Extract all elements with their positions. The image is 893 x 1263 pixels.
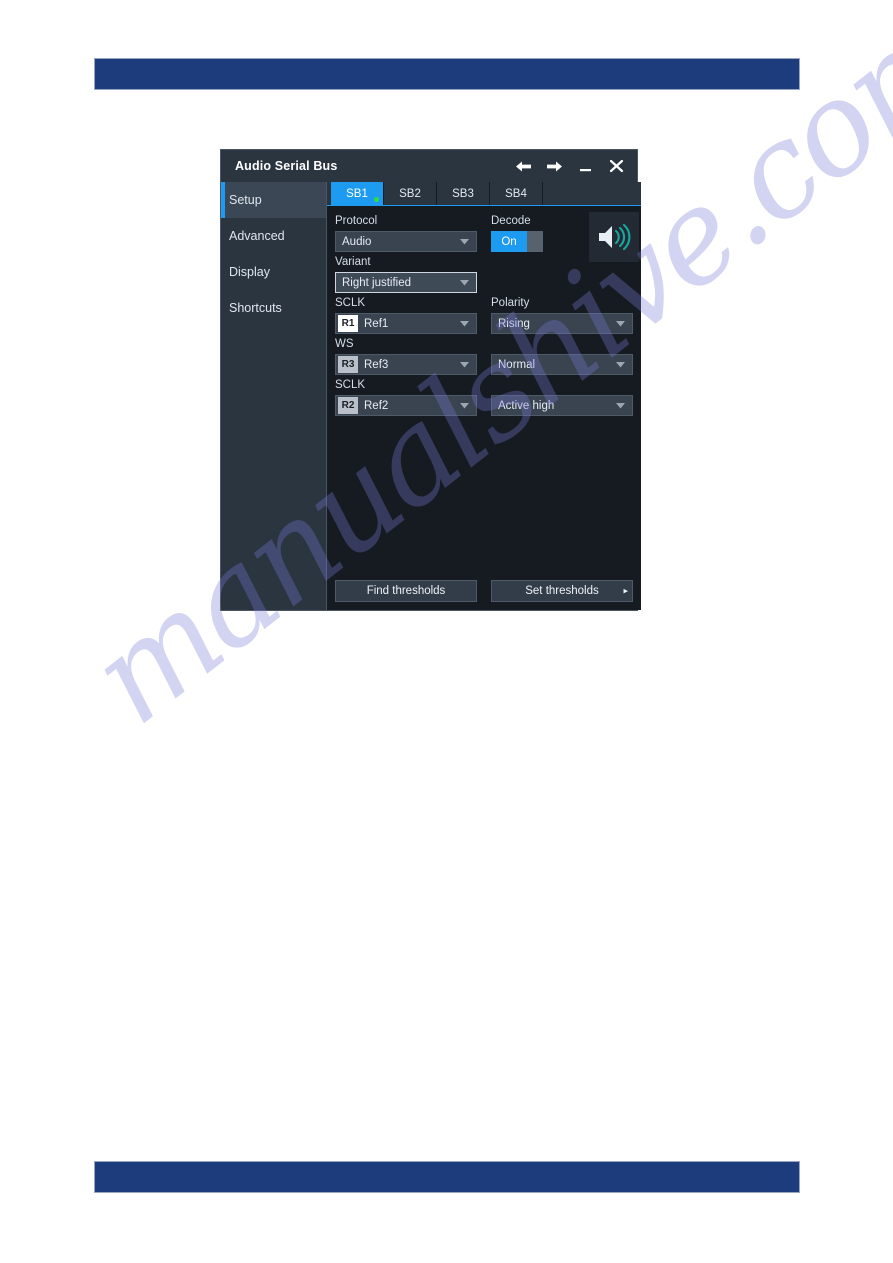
protocol-label: Protocol [335, 215, 378, 227]
polarity-label: Polarity [491, 297, 530, 309]
protocol-dropdown[interactable]: Audio [335, 231, 477, 252]
forward-arrow-icon[interactable] [545, 157, 563, 175]
ws-value: Ref3 [364, 358, 389, 371]
chevron-down-icon [456, 238, 472, 245]
ws-source-badge: R3 [338, 356, 358, 373]
field-variant: Variant Right justified [335, 255, 477, 293]
sidebar-item-advanced[interactable]: Advanced [221, 218, 326, 254]
sclk2-mode-dropdown[interactable]: Active high [491, 395, 633, 416]
tab-sb1[interactable]: SB1 [331, 182, 384, 205]
speaker-icon-box [589, 212, 639, 262]
page-header-bar [94, 58, 800, 90]
tab-sb2[interactable]: SB2 [384, 182, 437, 205]
ws-mode-value: Normal [498, 358, 536, 371]
chevron-down-icon [612, 361, 628, 368]
field-sclk-1: SCLK R1 Ref1 [335, 296, 477, 334]
sclk2-value: Ref2 [364, 399, 389, 412]
dialog-sidebar: Setup Advanced Display Shortcuts [221, 182, 326, 610]
row-ws-mode: WS R3 Ref3 Normal [335, 337, 633, 375]
decode-toggle-thumb [527, 231, 543, 252]
row-sclk-polarity: SCLK R1 Ref1 Polarity Rising [335, 296, 633, 334]
sidebar-item-shortcuts[interactable]: Shortcuts [221, 290, 326, 326]
field-polarity: Polarity Rising [491, 296, 633, 334]
field-ws: WS R3 Ref3 [335, 337, 477, 375]
sclk1-dropdown[interactable]: R1 Ref1 [335, 313, 477, 334]
window-buttons [514, 157, 625, 175]
setup-form: Protocol Audio Decode On Variant Right j… [327, 206, 641, 580]
chevron-down-icon [456, 279, 472, 286]
chevron-down-icon [612, 402, 628, 409]
sidebar-item-setup[interactable]: Setup [221, 182, 326, 218]
sidebar-item-label: Setup [229, 193, 262, 207]
variant-dropdown[interactable]: Right justified [335, 272, 477, 293]
audio-serial-bus-dialog: Audio Serial Bus Setup Advanced Display … [220, 149, 641, 611]
ws-dropdown[interactable]: R3 Ref3 [335, 354, 477, 375]
decode-toggle[interactable]: On [491, 231, 543, 252]
tab-active-dot-icon [374, 197, 379, 202]
field-protocol: Protocol Audio [335, 214, 477, 252]
tab-label: SB2 [399, 187, 421, 200]
tab-label: SB1 [346, 187, 368, 200]
find-thresholds-button[interactable]: Find thresholds [335, 580, 477, 602]
serial-bus-tabstrip: SB1 SB2 SB3 SB4 [327, 182, 641, 206]
ws-mode-label [491, 337, 633, 352]
threshold-button-bar: Find thresholds Set thresholds ▸ [327, 580, 641, 610]
decode-toggle-state: On [491, 231, 527, 252]
sidebar-item-display[interactable]: Display [221, 254, 326, 290]
field-sclk-2: SCLK R2 Ref2 [335, 378, 477, 416]
dialog-content: SB1 SB2 SB3 SB4 Protocol Audio Decode On… [326, 182, 641, 610]
ws-label: WS [335, 338, 354, 350]
dialog-body: Setup Advanced Display Shortcuts SB1 SB2… [221, 182, 641, 610]
sidebar-item-label: Advanced [229, 229, 285, 243]
speaker-icon [599, 223, 631, 251]
field-sclk2-mode: Active high [491, 378, 633, 416]
sclk1-source-badge: R1 [338, 315, 358, 332]
sclk1-label: SCLK [335, 297, 366, 309]
field-ws-mode: Normal [491, 337, 633, 375]
protocol-value: Audio [342, 235, 372, 248]
chevron-right-icon: ▸ [623, 585, 628, 596]
chevron-down-icon [456, 320, 472, 327]
dialog-titlebar: Audio Serial Bus [221, 150, 637, 182]
sclk1-value: Ref1 [364, 317, 389, 330]
chevron-down-icon [612, 320, 628, 327]
close-icon[interactable] [607, 157, 625, 175]
chevron-down-icon [456, 402, 472, 409]
minimize-icon[interactable] [576, 157, 594, 175]
sclk2-label: SCLK [335, 379, 366, 391]
back-arrow-icon[interactable] [514, 157, 532, 175]
set-thresholds-button[interactable]: Set thresholds ▸ [491, 580, 633, 602]
variant-value: Right justified [342, 276, 412, 289]
page-footer-bar [94, 1161, 800, 1193]
tab-label: SB3 [452, 187, 474, 200]
row-sclk2-mode: SCLK R2 Ref2 Active high [335, 378, 633, 416]
ws-mode-dropdown[interactable]: Normal [491, 354, 633, 375]
sidebar-item-label: Shortcuts [229, 301, 282, 315]
polarity-dropdown[interactable]: Rising [491, 313, 633, 334]
sidebar-item-label: Display [229, 265, 270, 279]
tab-sb3[interactable]: SB3 [437, 182, 490, 205]
chevron-down-icon [456, 361, 472, 368]
sclk2-source-badge: R2 [338, 397, 358, 414]
find-thresholds-label: Find thresholds [366, 585, 446, 597]
sclk2-dropdown[interactable]: R2 Ref2 [335, 395, 477, 416]
polarity-value: Rising [498, 317, 530, 330]
sclk2-mode-label [491, 378, 633, 393]
tab-label: SB4 [505, 187, 527, 200]
tab-sb4[interactable]: SB4 [490, 182, 543, 205]
dialog-title: Audio Serial Bus [235, 159, 338, 173]
variant-label: Variant [335, 256, 371, 268]
set-thresholds-label: Set thresholds [525, 585, 599, 597]
sclk2-mode-value: Active high [498, 399, 555, 412]
